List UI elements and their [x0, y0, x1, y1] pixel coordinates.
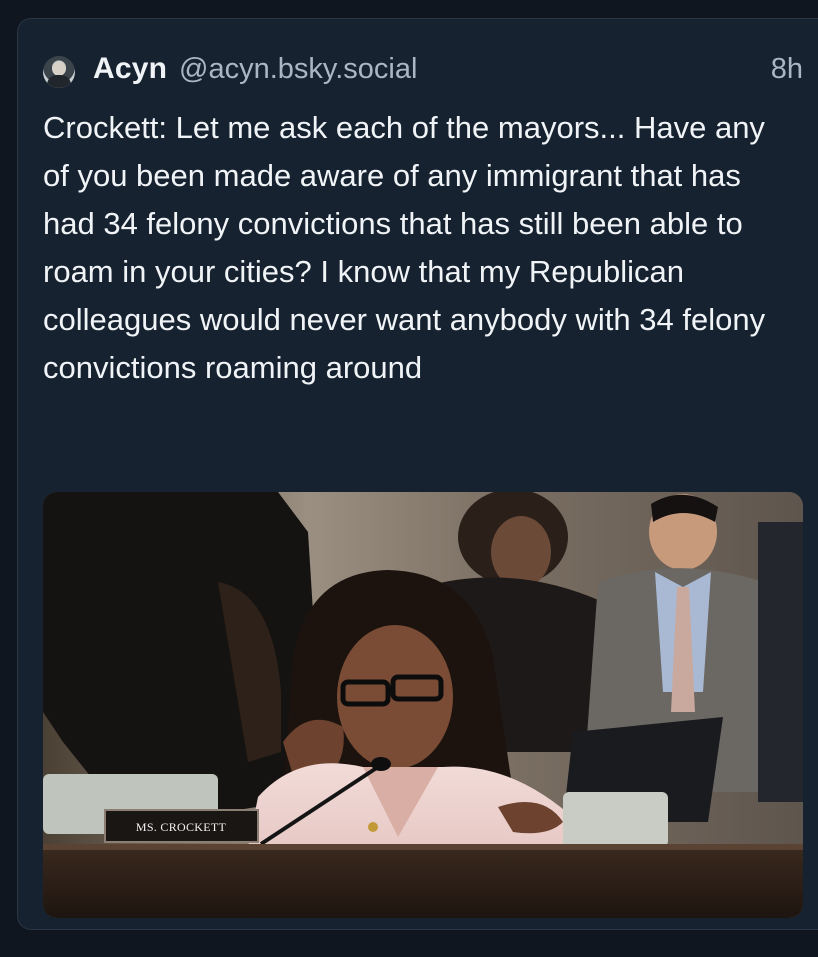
- dais-desk: [43, 844, 803, 918]
- avatar-face: [52, 61, 66, 76]
- author-avatar[interactable]: [43, 56, 75, 88]
- avatar-torso: [47, 75, 71, 88]
- chair-right: [563, 792, 668, 847]
- person-right-edge: [758, 522, 803, 802]
- post-header: Acyn @acyn.bsky.social 8h: [43, 50, 803, 92]
- lapel-pin: [368, 822, 378, 832]
- background-woman-face: [491, 516, 551, 588]
- hearing-photo: MS. CROCKETT: [43, 492, 803, 918]
- post-timestamp[interactable]: 8h: [771, 53, 803, 86]
- author-handle[interactable]: @acyn.bsky.social: [179, 53, 417, 86]
- microphone-head: [371, 757, 391, 771]
- desk-edge: [43, 844, 803, 850]
- author-display-name[interactable]: Acyn: [93, 52, 167, 86]
- nameplate-label: MS. CROCKETT: [136, 820, 227, 834]
- post-text: Crockett: Let me ask each of the mayors.…: [43, 110, 766, 385]
- post-image[interactable]: MS. CROCKETT: [43, 492, 803, 918]
